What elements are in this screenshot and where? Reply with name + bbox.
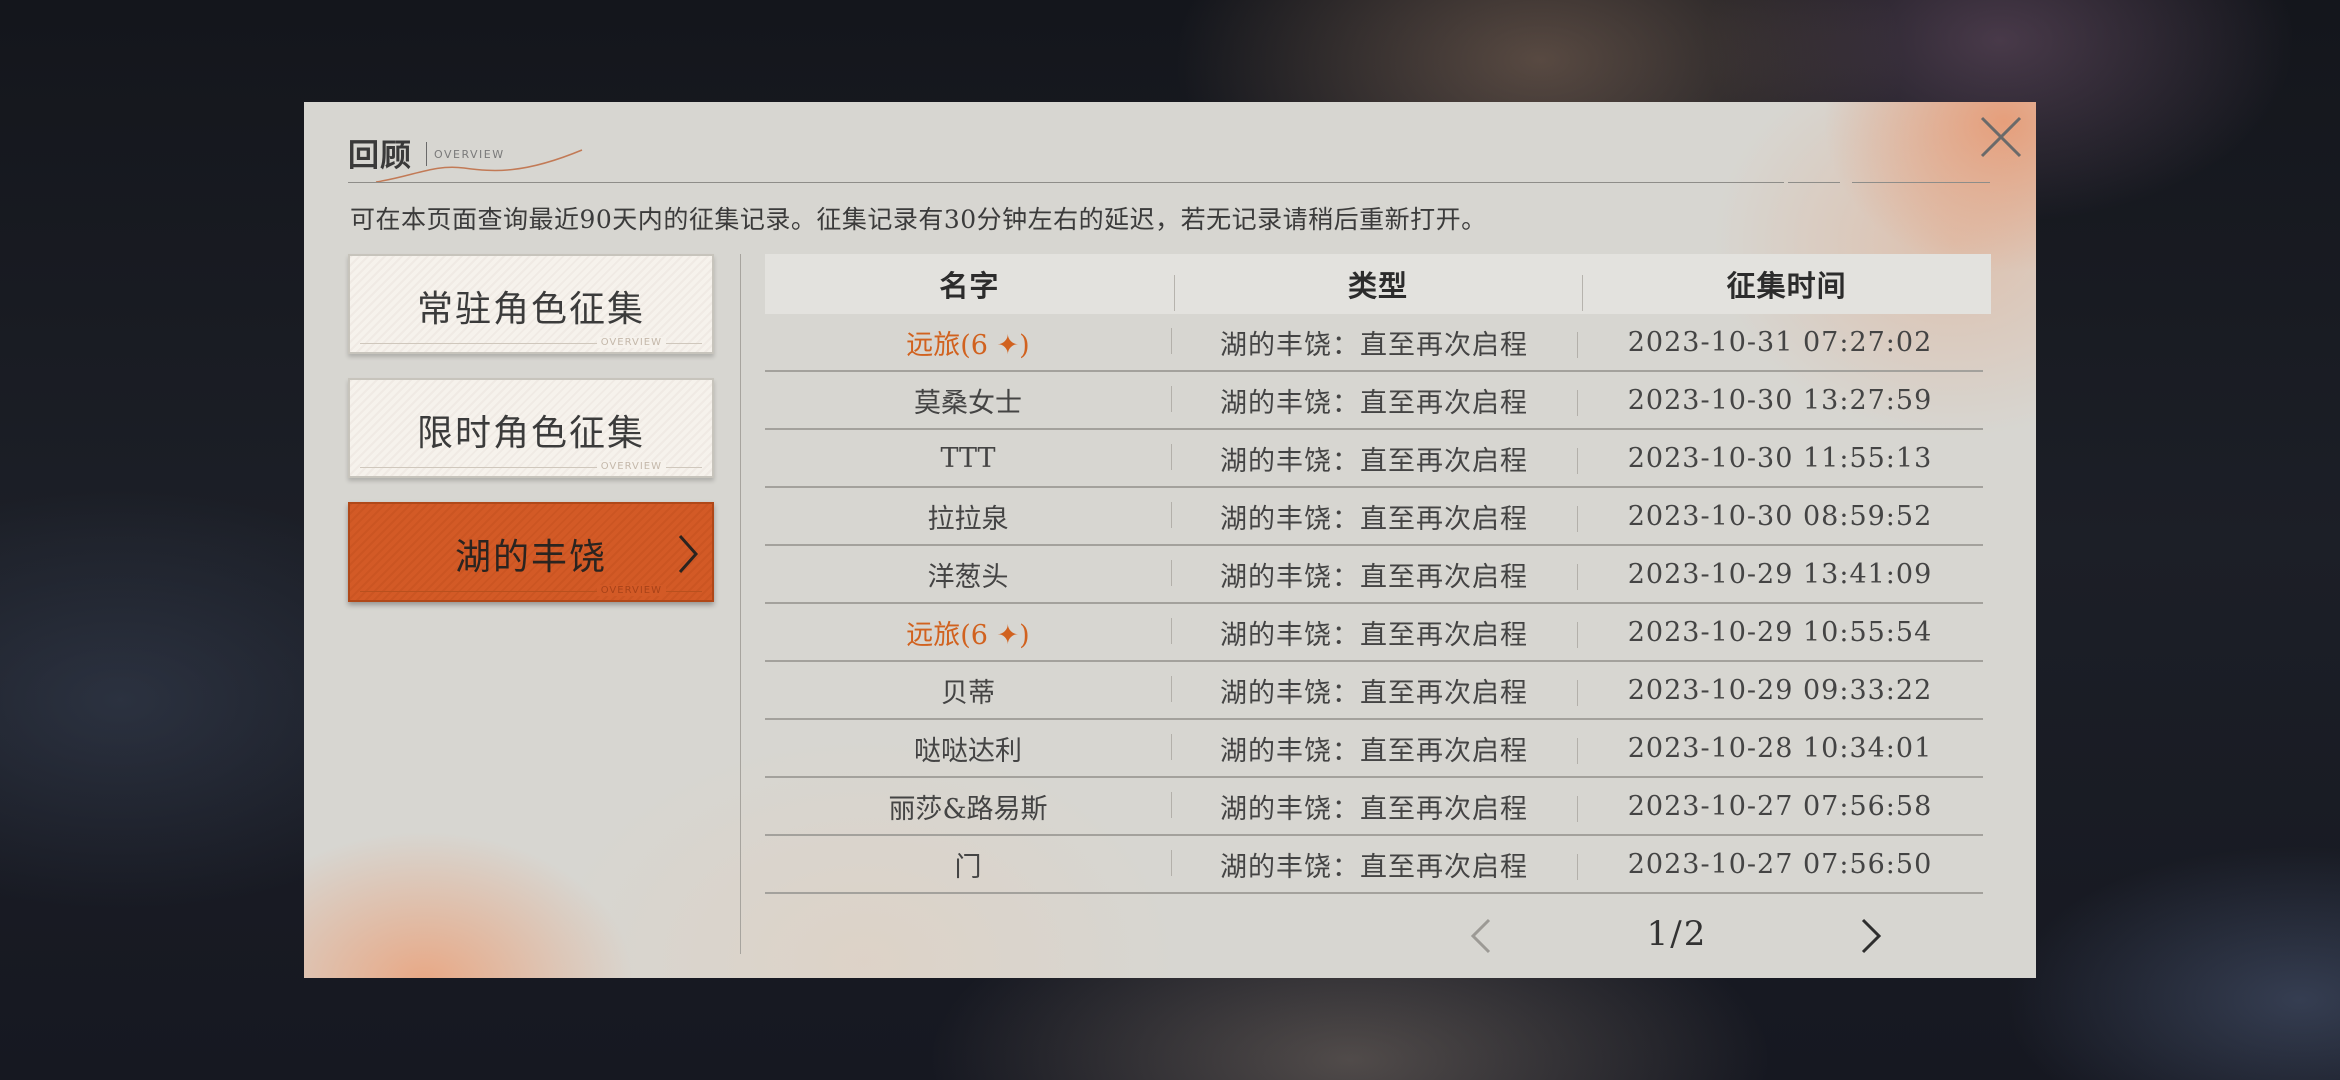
category-label: 常驻角色征集 bbox=[416, 289, 645, 330]
dialog-title: 回顾 bbox=[348, 138, 412, 174]
table-row: 洋葱头 湖的丰饶：直至再次启程 2023-10-29 13:41:09 bbox=[765, 547, 1983, 604]
table-row: TTT 湖的丰饶：直至再次启程 2023-10-30 11:55:13 bbox=[765, 431, 1983, 488]
table-row: 哒哒达利 湖的丰饶：直至再次启程 2023-10-28 10:34:01 bbox=[765, 721, 1983, 778]
cell-type: 湖的丰饶：直至再次启程 bbox=[1171, 787, 1577, 826]
cell-time: 2023-10-30 11:55:13 bbox=[1577, 443, 1983, 474]
table-header: 名字 类型 征集时间 bbox=[765, 254, 1991, 314]
cell-name: 贝蒂 bbox=[941, 678, 995, 709]
cell-name: 拉拉泉 bbox=[927, 504, 1009, 535]
table-row: 门 湖的丰饶：直至再次启程 2023-10-27 07:56:50 bbox=[765, 837, 1983, 894]
cell-type: 湖的丰饶：直至再次启程 bbox=[1171, 613, 1577, 652]
category-tag: OVERVIEW bbox=[596, 337, 666, 348]
chevron-right-icon bbox=[678, 535, 699, 573]
column-header-time: 征集时间 bbox=[1582, 263, 1991, 311]
table-row: 莫桑女士 湖的丰饶：直至再次启程 2023-10-30 13:27:59 bbox=[765, 373, 1983, 430]
column-header-type: 类型 bbox=[1173, 263, 1583, 311]
cell-name: 丽莎&路易斯 bbox=[888, 794, 1048, 825]
cell-time: 2023-10-27 07:56:50 bbox=[1577, 849, 1983, 880]
table-row: 远旅(6 ✦) 湖的丰饶：直至再次启程 2023-10-29 10:55:54 bbox=[765, 605, 1983, 662]
cell-type: 湖的丰饶：直至再次启程 bbox=[1171, 555, 1577, 594]
category-sidebar: 常驻角色征集 OVERVIEW 限时角色征集 OVERVIEW 湖的丰饶 OVE… bbox=[348, 254, 718, 626]
category-button-limited[interactable]: 限时角色征集 OVERVIEW bbox=[348, 378, 714, 478]
cell-type: 湖的丰饶：直至再次启程 bbox=[1171, 845, 1577, 884]
cell-name: 远旅(6 ✦) bbox=[906, 330, 1030, 361]
cell-type: 湖的丰饶：直至再次启程 bbox=[1171, 323, 1577, 362]
records-table: 名字 类型 征集时间 远旅(6 ✦) 湖的丰饶：直至再次启程 2023-10-3… bbox=[765, 254, 1991, 894]
table-row: 远旅(6 ✦) 湖的丰饶：直至再次启程 2023-10-31 07:27:02 bbox=[765, 315, 1983, 372]
category-label: 限时角色征集 bbox=[416, 413, 645, 454]
cell-time: 2023-10-30 08:59:52 bbox=[1577, 501, 1983, 532]
cell-type: 湖的丰饶：直至再次启程 bbox=[1171, 671, 1577, 710]
page-indicator: 1/2 bbox=[1646, 914, 1708, 954]
cell-time: 2023-10-27 07:56:58 bbox=[1577, 791, 1983, 822]
close-icon[interactable] bbox=[1976, 112, 2026, 162]
cell-name: TTT bbox=[940, 443, 996, 474]
cell-type: 湖的丰饶：直至再次启程 bbox=[1171, 497, 1577, 536]
cell-name: 洋葱头 bbox=[927, 562, 1009, 593]
table-row: 丽莎&路易斯 湖的丰饶：直至再次启程 2023-10-27 07:56:58 bbox=[765, 779, 1983, 836]
cell-type: 湖的丰饶：直至再次启程 bbox=[1171, 381, 1577, 420]
cell-name: 门 bbox=[954, 852, 982, 883]
dialog-subtitle: OVERVIEW bbox=[434, 148, 505, 161]
cell-type: 湖的丰饶：直至再次启程 bbox=[1171, 729, 1577, 768]
pager-divider bbox=[740, 922, 741, 952]
chevron-left-icon[interactable] bbox=[1467, 916, 1495, 956]
category-button-standard[interactable]: 常驻角色征集 OVERVIEW bbox=[348, 254, 714, 354]
cell-name: 莫桑女士 bbox=[914, 388, 1022, 419]
category-label: 湖的丰饶 bbox=[454, 537, 607, 578]
header-rule bbox=[348, 182, 1784, 183]
cell-time: 2023-10-31 07:27:02 bbox=[1577, 327, 1983, 358]
column-header-name: 名字 bbox=[939, 269, 1000, 303]
category-tag: OVERVIEW bbox=[596, 461, 666, 472]
table-row: 拉拉泉 湖的丰饶：直至再次启程 2023-10-30 08:59:52 bbox=[765, 489, 1983, 546]
table-row: 贝蒂 湖的丰饶：直至再次启程 2023-10-29 09:33:22 bbox=[765, 663, 1983, 720]
sidebar-divider bbox=[740, 254, 741, 954]
title-separator bbox=[426, 142, 427, 166]
cell-time: 2023-10-30 13:27:59 bbox=[1577, 385, 1983, 416]
cell-name: 远旅(6 ✦) bbox=[906, 620, 1030, 651]
notice-text: 可在本页面查询最近90天内的征集记录。征集记录有30分钟左右的延迟，若无记录请稍… bbox=[350, 205, 1487, 234]
cell-time: 2023-10-29 10:55:54 bbox=[1577, 617, 1983, 648]
category-button-lake-bounty[interactable]: 湖的丰饶 OVERVIEW bbox=[348, 502, 714, 602]
cell-time: 2023-10-29 09:33:22 bbox=[1577, 675, 1983, 706]
cell-time: 2023-10-29 13:41:09 bbox=[1577, 559, 1983, 590]
cell-name: 哒哒达利 bbox=[914, 736, 1022, 767]
pagination: 1/2 bbox=[1467, 910, 1887, 960]
chevron-right-icon[interactable] bbox=[1857, 916, 1885, 956]
category-tag: OVERVIEW bbox=[596, 585, 666, 596]
cell-time: 2023-10-28 10:34:01 bbox=[1577, 733, 1983, 764]
cell-type: 湖的丰饶：直至再次启程 bbox=[1171, 439, 1577, 478]
header-rule-end bbox=[1852, 182, 1990, 183]
overview-dialog: 回顾 OVERVIEW 可在本页面查询最近90天内的征集记录。征集记录有30分钟… bbox=[304, 102, 2036, 978]
header-rule-short bbox=[1788, 182, 1840, 183]
